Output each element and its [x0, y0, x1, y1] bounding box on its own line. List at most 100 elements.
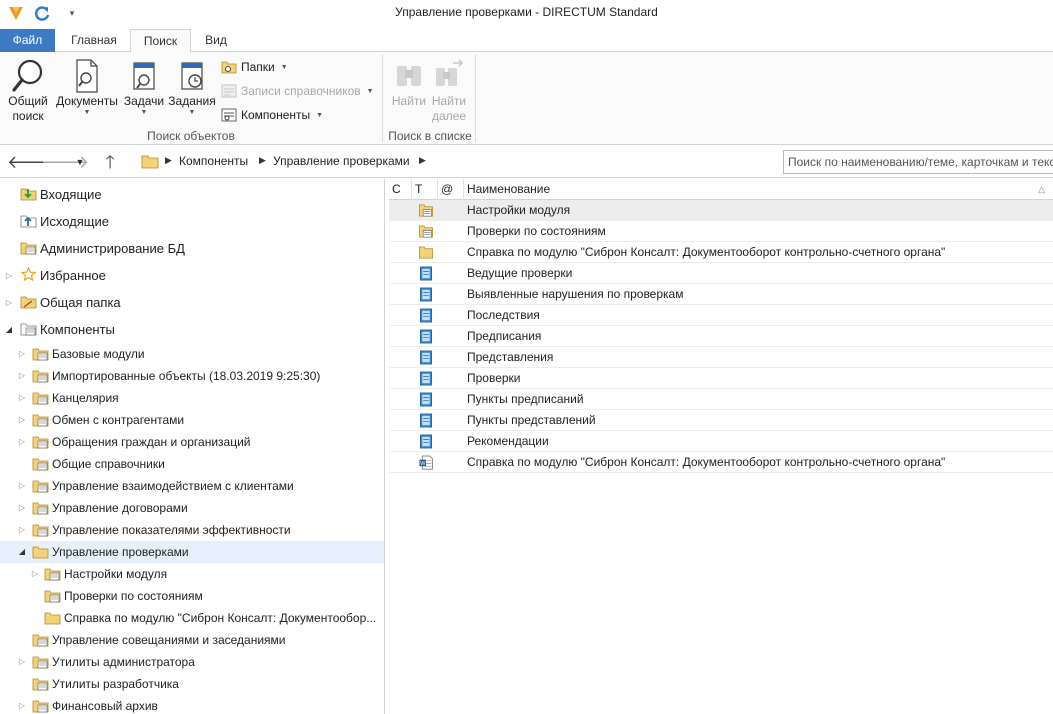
folders-search-button[interactable]: Папки ▼ [221, 57, 288, 77]
list-item[interactable]: Ведущие проверки [389, 263, 1053, 284]
tree-item-label: Базовые модули [52, 347, 145, 361]
list-item[interactable]: Проверки по состояниям [389, 221, 1053, 242]
history-dropdown-icon[interactable]: ▼ [69, 152, 91, 172]
tree-item-module-settings[interactable]: ▷ Настройки модуля [0, 563, 384, 585]
tree-item-kpi[interactable]: ▷ Управление показателями эффективности [0, 519, 384, 541]
list-item[interactable]: Пункты предписаний [389, 389, 1053, 410]
tree-item-dev-utilities[interactable]: Утилиты разработчика [0, 673, 384, 695]
tree-item-counterparty-exchange[interactable]: ▷ Обмен с контрагентами [0, 409, 384, 431]
column-header-type[interactable]: Т [412, 179, 438, 200]
folder-list-icon [32, 392, 49, 405]
list-item[interactable]: Предписания [389, 326, 1053, 347]
expand-icon[interactable]: ▷ [17, 519, 27, 541]
expand-icon[interactable]: ▷ [4, 289, 14, 316]
tree-item-financial-archive[interactable]: ▷ Финансовый архив [0, 695, 384, 714]
expand-icon[interactable]: ▷ [17, 387, 27, 409]
tree-item-admin-utilities[interactable]: ▷ Утилиты администратора [0, 651, 384, 673]
reference-book-icon [420, 413, 432, 428]
list-item[interactable]: Рекомендации [389, 431, 1053, 452]
tree-item-citizen-requests[interactable]: ▷ Обращения граждан и организаций [0, 431, 384, 453]
collapse-icon[interactable]: ◢ [4, 316, 14, 343]
expand-icon[interactable]: ▷ [17, 651, 27, 673]
expand-icon[interactable]: ▷ [17, 365, 27, 387]
components-label: Компоненты [241, 108, 311, 122]
tab-view[interactable]: Вид [196, 29, 236, 52]
forward-arrow-icon[interactable]: 🡒 [41, 152, 89, 172]
tasks-search-button[interactable]: Задачи ▼ [122, 58, 166, 117]
tree-item-office[interactable]: ▷ Канцелярия [0, 387, 384, 409]
tree-item-db-admin[interactable]: Администрирование БД [0, 235, 384, 262]
breadcrumb-separator-icon[interactable]: ▶ [419, 155, 426, 166]
folder-list-icon [32, 634, 49, 647]
column-header-name-label: Наименование [467, 182, 551, 196]
general-search-button[interactable]: Общий поиск [4, 58, 52, 124]
expand-icon[interactable]: ▷ [4, 262, 14, 289]
tree-item-favorites[interactable]: ▷ Избранное [0, 262, 384, 289]
column-header-state[interactable]: С [389, 179, 412, 200]
reference-book-icon [420, 434, 432, 449]
tree-item-inbox[interactable]: Входящие [0, 181, 384, 208]
list-item[interactable]: Выявленные нарушения по проверкам [389, 284, 1053, 305]
tree-item-shared-folder[interactable]: ▷ Общая папка [0, 289, 384, 316]
word-document-icon: W [419, 455, 433, 470]
back-arrow-icon[interactable]: 🡐 [7, 152, 55, 172]
tree-item-label: Управление договорами [52, 501, 188, 515]
tree-item-meetings[interactable]: Управление совещаниями и заседаниями [0, 629, 384, 651]
tree-item-label: Проверки по состояниям [64, 589, 203, 603]
list-item[interactable]: W Справка по модулю "Сиброн Консалт: Доку… [389, 452, 1053, 473]
list-item[interactable]: Представления [389, 347, 1053, 368]
tree-item-contracts[interactable]: ▷ Управление договорами [0, 497, 384, 519]
tree-item-common-directories[interactable]: Общие справочники [0, 453, 384, 475]
tree-item-base-modules[interactable]: ▷ Базовые модули [0, 343, 384, 365]
folder-icon [141, 155, 159, 169]
list-item-name: Проверки по состояниям [467, 224, 606, 238]
ribbon-group-separator [475, 54, 476, 142]
expand-icon[interactable]: ▷ [17, 497, 27, 519]
list-item[interactable]: Последствия [389, 305, 1053, 326]
up-arrow-icon[interactable]: 🡑 [99, 152, 121, 172]
expand-icon[interactable]: ▷ [30, 563, 40, 585]
list-item[interactable]: Справка по модулю "Сиброн Консалт: Докум… [389, 242, 1053, 263]
tasks-dropdown-icon[interactable]: ▼ [122, 109, 166, 117]
tab-file[interactable]: Файл [0, 29, 55, 52]
expand-icon[interactable]: ▷ [17, 695, 27, 714]
list-item[interactable]: Проверки [389, 368, 1053, 389]
components-search-button[interactable]: Компоненты ▼ [221, 105, 323, 125]
expand-icon[interactable]: ▷ [17, 409, 27, 431]
breadcrumb-item[interactable]: Управление проверками [273, 154, 410, 168]
list-item[interactable]: Настройки модуля [389, 200, 1053, 221]
breadcrumb-separator-icon[interactable]: ▶ [259, 155, 266, 166]
expand-icon[interactable]: ▷ [17, 343, 27, 365]
tree-item-outbox[interactable]: Исходящие [0, 208, 384, 235]
documents-search-button[interactable]: Документы ▼ [54, 58, 120, 117]
assignments-dropdown-icon[interactable]: ▼ [168, 109, 216, 117]
tree-item-label: Компоненты [40, 322, 115, 337]
tree-item-checks-by-state[interactable]: Проверки по состояниям [0, 585, 384, 607]
documents-dropdown-icon[interactable]: ▼ [54, 109, 120, 117]
breadcrumb-item[interactable]: Компоненты [179, 154, 248, 168]
group-label-search-in-list: Поиск в списке [388, 129, 472, 143]
tree-item-label: Общие справочники [52, 457, 165, 471]
column-header-name[interactable]: Наименование △ [464, 179, 1053, 200]
assignments-search-button[interactable]: Задания ▼ [168, 58, 216, 117]
tree-item-label: Обмен с контрагентами [52, 413, 185, 427]
collapse-icon[interactable]: ◢ [17, 541, 27, 563]
expand-icon[interactable]: ▷ [17, 475, 27, 497]
breadcrumb-separator-icon[interactable]: ▶ [165, 155, 172, 166]
tab-home[interactable]: Главная [62, 29, 126, 52]
search-input[interactable] [783, 150, 1053, 174]
tree-item-checks-management[interactable]: ◢ Управление проверками [0, 541, 384, 563]
expand-icon[interactable]: ▷ [17, 431, 27, 453]
tree-item-crm[interactable]: ▷ Управление взаимодействием с клиентами [0, 475, 384, 497]
shared-folder-icon [20, 296, 37, 309]
tree-item-components[interactable]: ◢ Компоненты [0, 316, 384, 343]
list-item[interactable]: Пункты представлений [389, 410, 1053, 431]
column-header-at[interactable]: @ [438, 179, 464, 200]
tree-item-label: Общая папка [40, 295, 121, 310]
list-item-name: Представления [467, 350, 554, 364]
components-dropdown-icon[interactable]: ▼ [316, 112, 323, 119]
tab-search[interactable]: Поиск [130, 29, 191, 53]
tree-item-module-help[interactable]: Справка по модулю "Сиброн Консалт: Докум… [0, 607, 384, 629]
folders-dropdown-icon[interactable]: ▼ [281, 64, 288, 71]
tree-item-imported-objects[interactable]: ▷ Импортированные объекты (18.03.2019 9:… [0, 365, 384, 387]
